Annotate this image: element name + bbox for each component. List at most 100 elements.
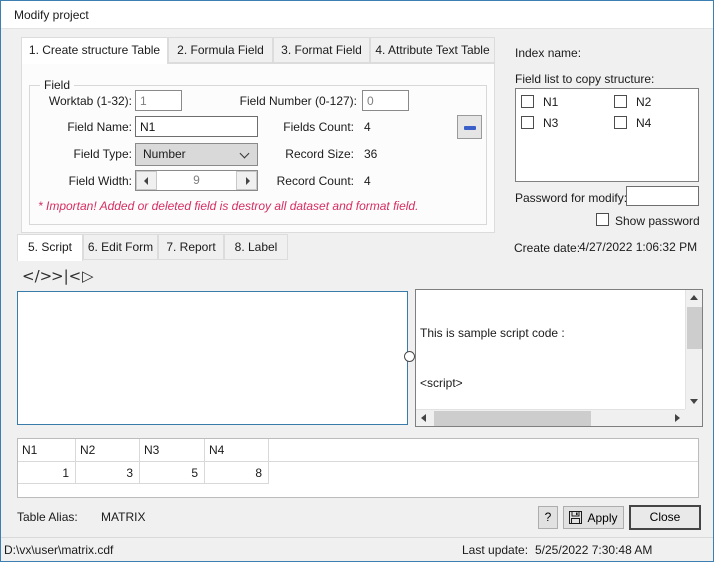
status-bar: D:\vx\user\matrix.cdf Last update: 5/25/… <box>1 537 713 561</box>
save-icon <box>569 511 583 524</box>
scroll-left-button[interactable] <box>416 410 432 427</box>
apply-button-label: Apply <box>587 510 618 525</box>
collapse-icon[interactable]: >|< <box>51 267 81 285</box>
field-groupbox: Field Worktab (1-32): Field Number (0-12… <box>29 78 487 225</box>
record-size-label: Record Size: <box>285 147 354 161</box>
index-name-label: Index name: <box>515 46 582 60</box>
checkbox-n2[interactable] <box>614 95 627 108</box>
checkbox-n2-label: N2 <box>636 95 652 109</box>
field-groupbox-legend: Field <box>40 78 75 92</box>
script-editor[interactable] <box>17 291 408 425</box>
column-header[interactable]: N2 <box>76 439 140 461</box>
file-path: D:\vx\user\matrix.cdf <box>4 543 114 557</box>
field-number-input[interactable] <box>362 90 409 111</box>
create-date-value: 4/27/2022 1:06:32 PM <box>579 240 698 254</box>
checkbox-n1[interactable] <box>521 95 534 108</box>
horizontal-scroll-thumb[interactable] <box>434 411 591 426</box>
arrow-left-icon <box>421 414 426 422</box>
arrow-right-icon <box>675 414 680 422</box>
scroll-up-button[interactable] <box>686 290 703 306</box>
destroy-warning-text: * Importan! Added or deleted field is de… <box>38 199 419 213</box>
column-header[interactable]: N4 <box>205 439 269 461</box>
create-date-label: Create date: <box>514 241 581 255</box>
chevron-down-icon <box>239 148 250 159</box>
worktab-input[interactable] <box>135 90 182 111</box>
column-header[interactable]: N1 <box>18 439 76 461</box>
tab-attribute-text-table[interactable]: 4. Attribute Text Table <box>370 37 495 63</box>
spin-down-button[interactable] <box>136 171 157 190</box>
password-input[interactable] <box>626 186 699 206</box>
arrow-left-icon <box>144 177 148 185</box>
table-alias-value: MATRIX <box>101 510 146 524</box>
tab-format-field[interactable]: 3. Format Field <box>273 37 370 63</box>
field-type-label: Field Type: <box>73 147 132 161</box>
show-password-checkbox[interactable] <box>596 213 609 226</box>
scroll-down-button[interactable] <box>686 393 703 409</box>
help-button[interactable]: ? <box>538 506 558 529</box>
table-alias-label: Table Alias: <box>17 510 78 524</box>
table-row[interactable]: 1 3 5 8 <box>18 462 698 484</box>
record-count-label: Record Count: <box>276 174 354 188</box>
worktab-label: Worktab (1-32): <box>48 94 132 108</box>
sample-line: This is sample script code : <box>420 326 565 341</box>
splitter-grip[interactable] <box>404 351 415 362</box>
password-label: Password for modify: <box>515 191 628 205</box>
vertical-scroll-thumb[interactable] <box>687 307 702 349</box>
field-copy-listbox: N1 N2 N3 N4 <box>515 88 699 182</box>
titlebar: Modify project <box>1 1 713 29</box>
table-cell[interactable]: 1 <box>18 462 76 484</box>
sample-script-text: This is sample script code : <script> <h… <box>420 292 683 407</box>
scroll-right-button[interactable] <box>669 410 685 427</box>
field-name-input[interactable] <box>135 116 258 137</box>
table-cell[interactable]: 3 <box>76 462 140 484</box>
run-icon[interactable]: ▷ <box>82 267 94 285</box>
field-type-select[interactable]: Number <box>135 143 258 166</box>
code-icon[interactable]: </> <box>22 267 52 285</box>
last-update-label: Last update: <box>462 543 529 557</box>
vertical-scrollbar[interactable] <box>685 290 702 409</box>
arrow-right-icon <box>246 177 250 185</box>
table-header-row: N1 N2 N3 N4 <box>18 439 698 461</box>
minus-icon <box>464 126 476 130</box>
tab-label[interactable]: 8. Label <box>224 234 288 260</box>
field-width-value: 9 <box>193 173 200 187</box>
data-table[interactable]: N1 N2 N3 N4 1 3 5 8 <box>17 438 699 498</box>
scrollbar-corner <box>685 409 702 426</box>
modify-project-dialog: Modify project 1. Create structure Table… <box>0 0 714 562</box>
record-count-value: 4 <box>364 174 371 188</box>
arrow-down-icon <box>690 399 698 404</box>
checkbox-n3-label: N3 <box>543 116 559 130</box>
field-width-label: Field Width: <box>68 174 132 188</box>
field-name-label: Field Name: <box>67 120 132 134</box>
checkbox-n3[interactable] <box>521 116 534 129</box>
last-update-value: 5/25/2022 7:30:48 AM <box>535 543 653 557</box>
window-title: Modify project <box>14 8 89 22</box>
table-cell[interactable]: 8 <box>205 462 269 484</box>
tab-edit-form[interactable]: 6. Edit Form <box>83 234 158 260</box>
sample-script-box[interactable]: This is sample script code : <script> <h… <box>415 289 703 427</box>
field-width-stepper: 9 <box>135 170 258 191</box>
row-divider <box>18 483 269 484</box>
horizontal-scrollbar[interactable] <box>416 409 685 426</box>
column-header[interactable]: N3 <box>140 439 205 461</box>
sample-line: <script> <box>420 375 463 390</box>
record-size-value: 36 <box>364 147 378 161</box>
tab-create-structure-table[interactable]: 1. Create structure Table <box>21 37 168 64</box>
field-type-value: Number <box>143 147 186 161</box>
close-button[interactable]: Close <box>629 505 701 530</box>
show-password-label: Show password <box>615 214 700 228</box>
tab-script[interactable]: 5. Script <box>17 234 83 261</box>
field-number-label: Field Number (0-127): <box>239 94 357 108</box>
table-cell[interactable]: 5 <box>140 462 205 484</box>
checkbox-n4-label: N4 <box>636 116 652 130</box>
remove-field-button[interactable] <box>457 115 482 139</box>
tab-formula-field[interactable]: 2. Formula Field <box>168 37 273 63</box>
tab-report[interactable]: 7. Report <box>158 234 224 260</box>
fields-count-value: 4 <box>364 120 371 134</box>
field-list-label: Field list to copy structure: <box>515 72 655 86</box>
checkbox-n1-label: N1 <box>543 95 559 109</box>
fields-count-label: Fields Count: <box>283 120 354 134</box>
checkbox-n4[interactable] <box>614 116 627 129</box>
apply-button[interactable]: Apply <box>563 506 624 529</box>
arrow-up-icon <box>690 295 698 300</box>
